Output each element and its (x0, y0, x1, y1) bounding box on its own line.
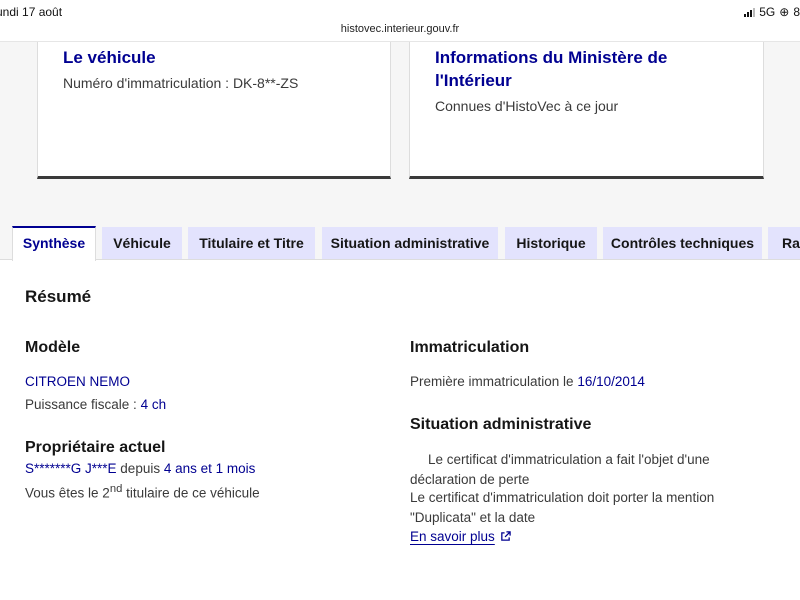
status-bar: undi 17 août 5G ⊕ 8 (0, 0, 800, 22)
tab-synthese[interactable]: Synthèse (12, 226, 96, 261)
url-text: histovec.interieur.gouv.fr (340, 23, 460, 35)
model-name: CITROEN NEMO (25, 374, 131, 389)
owner-rank: Vous êtes le 2nd titulaire de ce véhicul… (25, 479, 260, 504)
owner-name: S*******G J***E (25, 461, 117, 476)
vehicle-card: Le véhicule Numéro d'immatriculation : D… (37, 42, 391, 179)
first-registration-label: Première immatriculation le (410, 374, 578, 389)
synthese-panel: Résumé Modèle CITROEN NEMO Puissance fis… (0, 259, 800, 600)
fiscal-power: Puissance fiscale : 4 ch (25, 395, 166, 415)
learn-more-link[interactable]: En savoir plus (410, 527, 511, 547)
owner-rank-prefix: Vous êtes le 2 (25, 485, 110, 501)
first-registration: Première immatriculation le 16/10/2014 (410, 372, 645, 392)
address-bar[interactable]: histovec.interieur.gouv.fr (0, 22, 800, 42)
fiscal-power-value: 4 ch (140, 397, 167, 412)
tab-vehicule[interactable]: Véhicule (102, 227, 182, 259)
fiscal-power-label: Puissance fiscale : (25, 397, 141, 412)
registration-heading: Immatriculation (410, 339, 530, 356)
registration-number: Numéro d'immatriculation : DK-8**-ZS (63, 75, 299, 91)
ministry-card-title: Informations du Ministère de l'Intérieur (435, 48, 668, 90)
admin-duplicata-note: Le certificat d'immatriculation doit por… (410, 490, 715, 525)
external-link-icon (500, 531, 511, 541)
first-registration-date: 16/10/2014 (577, 374, 645, 389)
vehicle-card-title: Le véhicule (63, 48, 156, 67)
owner-rank-sup: nd (109, 483, 123, 495)
ministry-card: Informations du Ministère de l'Intérieur… (409, 42, 764, 179)
rotation-lock-icon: ⊕ (779, 5, 790, 19)
status-indicators: 5G ⊕ 8 (744, 5, 800, 19)
owner-heading: Propriétaire actuel (25, 439, 166, 456)
owner-line: S*******G J***E depuis 4 ans et 1 mois (25, 459, 255, 479)
model-heading: Modèle (25, 339, 81, 356)
tab-situation-administrative[interactable]: Situation administrative (322, 227, 498, 259)
owner-rank-suffix: titulaire de ce véhicule (122, 485, 260, 501)
tab-bar: Synthèse Véhicule Titulaire et Titre Sit… (0, 226, 800, 261)
header-cards: Le véhicule Numéro d'immatriculation : D… (0, 42, 800, 222)
ministry-card-subtitle: Connues d'HistoVec à ce jour (435, 98, 619, 114)
network-label: 5G (759, 5, 776, 19)
tab-controles-techniques[interactable]: Contrôles techniques (603, 227, 762, 259)
battery-label: 8 (793, 5, 800, 19)
learn-more-label: En savoir plus (410, 529, 495, 544)
summary-heading: Résumé (25, 287, 92, 306)
owner-since-label: depuis (116, 461, 164, 476)
tab-rapport[interactable]: Rap (768, 227, 800, 259)
admin-loss-declaration: Le certificat d'immatriculation a fait l… (410, 452, 710, 487)
owner-since-value: 4 ans et 1 mois (163, 461, 256, 476)
admin-heading: Situation administrative (410, 416, 592, 433)
tab-historique[interactable]: Historique (505, 227, 597, 259)
status-date: undi 17 août (0, 5, 63, 19)
tab-titulaire[interactable]: Titulaire et Titre (188, 227, 315, 259)
signal-icon (744, 7, 756, 17)
